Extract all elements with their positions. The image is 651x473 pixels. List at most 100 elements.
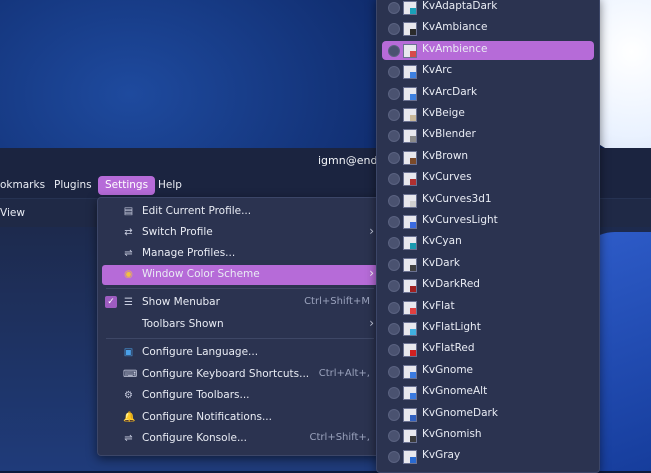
scheme-swatch-icon [403, 407, 417, 422]
color-scheme-item[interactable]: KvCurvesLight [382, 212, 594, 231]
radio-button[interactable] [388, 87, 400, 100]
radio-button[interactable] [388, 2, 400, 14]
radio-button[interactable] [388, 44, 400, 57]
color-scheme-item[interactable]: KvCurves [382, 169, 594, 188]
menubar-bookmarks[interactable]: okmarks [0, 176, 52, 195]
color-scheme-item[interactable]: KvAmbience [382, 40, 594, 60]
color-scheme-item[interactable]: KvDark [382, 255, 594, 274]
color-scheme-label: KvBeige [422, 107, 465, 119]
chevron-right-icon: › [369, 266, 374, 280]
checkbox-checked-icon[interactable]: ✓ [105, 296, 117, 308]
color-scheme-label: KvAmbiance [422, 21, 488, 34]
menu-item-configure-shortcuts[interactable]: ⌨ Configure Keyboard Shortcuts... Ctrl+A… [102, 365, 378, 385]
color-scheme-item[interactable]: KvAdaptaDark [382, 0, 594, 17]
menu-item-configure-language[interactable]: ▣ Configure Language... [102, 343, 378, 363]
color-scheme-item[interactable]: KvArcDark [382, 84, 594, 103]
radio-button[interactable] [388, 408, 400, 421]
scheme-swatch-icon [403, 129, 417, 144]
view-tab[interactable]: View [0, 207, 25, 219]
scheme-swatch-icon [403, 172, 417, 187]
radio-button[interactable] [388, 130, 400, 143]
color-scheme-label: KvGnomeDark [422, 406, 498, 419]
color-scheme-label: KvGray [422, 449, 461, 462]
scheme-swatch-icon [403, 215, 417, 229]
color-scheme-item[interactable]: KvGnomeAlt [382, 383, 594, 402]
scheme-swatch-icon [403, 386, 417, 401]
menu-item-show-menubar[interactable]: ✓ ☰ Show Menubar Ctrl+Shift+M [102, 293, 378, 313]
menu-item-edit-current-profile[interactable]: ▤ Edit Current Profile... [102, 202, 378, 222]
scheme-swatch-icon [403, 257, 417, 272]
radio-button[interactable] [388, 430, 400, 442]
menubar-plugins[interactable]: Plugins [47, 176, 99, 195]
color-scheme-label: KvCurves [422, 171, 472, 184]
color-scheme-item[interactable]: KvGnomeDark [382, 405, 594, 424]
color-scheme-item[interactable]: KvBlender [382, 126, 594, 145]
chevron-right-icon: › [369, 224, 374, 238]
scheme-swatch-icon [403, 108, 417, 122]
menu-item-manage-profiles[interactable]: ⇌ Manage Profiles... [102, 244, 378, 264]
color-scheme-item[interactable]: KvGnome [382, 362, 594, 381]
menu-item-toolbars-shown[interactable]: Toolbars Shown › [102, 315, 378, 335]
radio-button[interactable] [388, 109, 400, 121]
radio-button[interactable] [388, 173, 400, 186]
menu-item-switch-profile[interactable]: ⇄ Switch Profile › [102, 223, 378, 243]
scheme-swatch-icon [403, 279, 417, 294]
bell-icon: 🔔 [123, 412, 136, 423]
color-scheme-label: KvArcDark [422, 85, 478, 98]
radio-button[interactable] [388, 301, 400, 314]
color-scheme-label: KvAdaptaDark [422, 0, 498, 12]
color-scheme-label: KvAmbience [422, 42, 488, 55]
radio-button[interactable] [388, 194, 400, 207]
profile-edit-icon: ▤ [123, 206, 134, 217]
settings-menu: ▤ Edit Current Profile... ⇄ Switch Profi… [97, 197, 383, 456]
color-scheme-item[interactable]: KvArc [382, 62, 594, 81]
menu-item-configure-konsole[interactable]: ⇌ Configure Konsole... Ctrl+Shift+, [102, 429, 378, 449]
color-scheme-icon: ◉ [124, 269, 133, 280]
scheme-swatch-icon [403, 343, 417, 358]
color-scheme-label: KvDarkRed [422, 278, 480, 291]
menu-item-configure-toolbars[interactable]: ⚙ Configure Toolbars... [102, 386, 378, 406]
menubar-settings[interactable]: Settings [98, 176, 156, 195]
radio-button[interactable] [388, 280, 400, 293]
radio-button[interactable] [388, 258, 400, 271]
color-scheme-item[interactable]: KvFlatLight [382, 319, 594, 338]
color-scheme-item[interactable]: KvDarkRed [382, 276, 594, 295]
radio-button[interactable] [388, 323, 400, 335]
radio-button[interactable] [388, 365, 400, 378]
color-scheme-label: KvGnomeAlt [422, 385, 488, 398]
radio-button[interactable] [388, 151, 400, 164]
scheme-swatch-icon [403, 322, 417, 336]
color-scheme-label: KvCyan [422, 235, 462, 248]
radio-button[interactable] [388, 344, 400, 357]
language-icon: ▣ [123, 347, 134, 358]
scheme-swatch-icon [403, 364, 417, 379]
scheme-swatch-icon [403, 1, 417, 15]
color-scheme-item[interactable]: KvGray [382, 447, 594, 466]
color-scheme-item[interactable]: KvBeige [382, 105, 594, 124]
color-scheme-item[interactable]: KvAmbiance [382, 19, 594, 38]
radio-button[interactable] [388, 451, 400, 464]
color-scheme-item[interactable]: KvFlat [382, 298, 594, 317]
color-scheme-label: KvGnomish [422, 428, 482, 440]
color-scheme-item[interactable]: KvCurves3d1 [382, 191, 594, 210]
scheme-swatch-icon [403, 236, 417, 251]
manage-profiles-icon: ⇌ [124, 248, 133, 259]
color-scheme-label: KvGnome [422, 363, 474, 376]
menubar-help[interactable]: Help [151, 176, 189, 195]
menu-item-window-color-scheme[interactable]: ◉ Window Color Scheme › [102, 265, 378, 285]
color-scheme-item[interactable]: KvCyan [382, 233, 594, 252]
color-scheme-item[interactable]: KvFlatRed [382, 340, 594, 359]
radio-button[interactable] [388, 66, 400, 79]
color-scheme-item[interactable]: KvBrown [382, 148, 594, 167]
color-scheme-item[interactable]: KvGnomish [382, 426, 594, 445]
radio-button[interactable] [388, 237, 400, 250]
radio-button[interactable] [388, 23, 400, 36]
radio-button[interactable] [388, 387, 400, 400]
color-scheme-label: KvCurvesLight [422, 214, 498, 226]
chevron-right-icon: › [369, 316, 374, 330]
menu-item-configure-notifications[interactable]: 🔔 Configure Notifications... [102, 408, 378, 428]
menu-separator [106, 288, 374, 289]
color-scheme-label: KvFlat [422, 299, 455, 312]
menubar-icon: ☰ [124, 297, 133, 308]
radio-button[interactable] [388, 216, 400, 228]
